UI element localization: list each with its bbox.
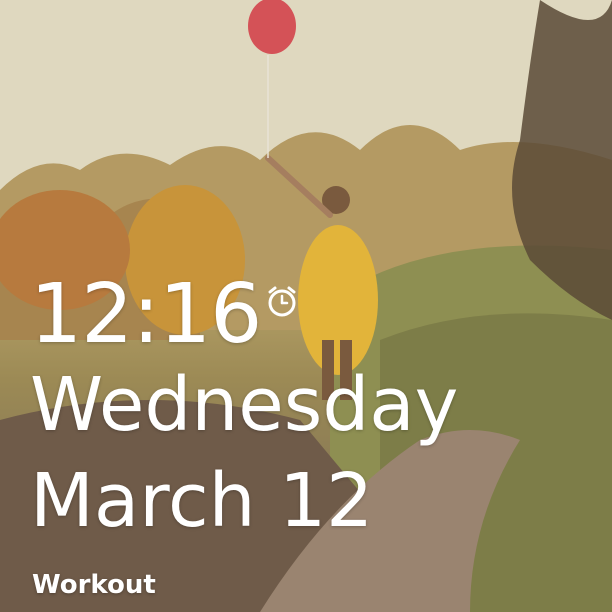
clock-row: 12:16 <box>30 270 299 360</box>
next-event: Workout <box>32 570 156 600</box>
alarm-clock-icon <box>268 286 296 317</box>
calendar-date: March 12 <box>30 458 374 544</box>
day-of-week: Wednesday <box>30 362 459 448</box>
lock-screen-overlay: 12:16 Wednesday March 12 Workout <box>0 0 612 612</box>
clock-time: 12:16 <box>30 267 262 362</box>
